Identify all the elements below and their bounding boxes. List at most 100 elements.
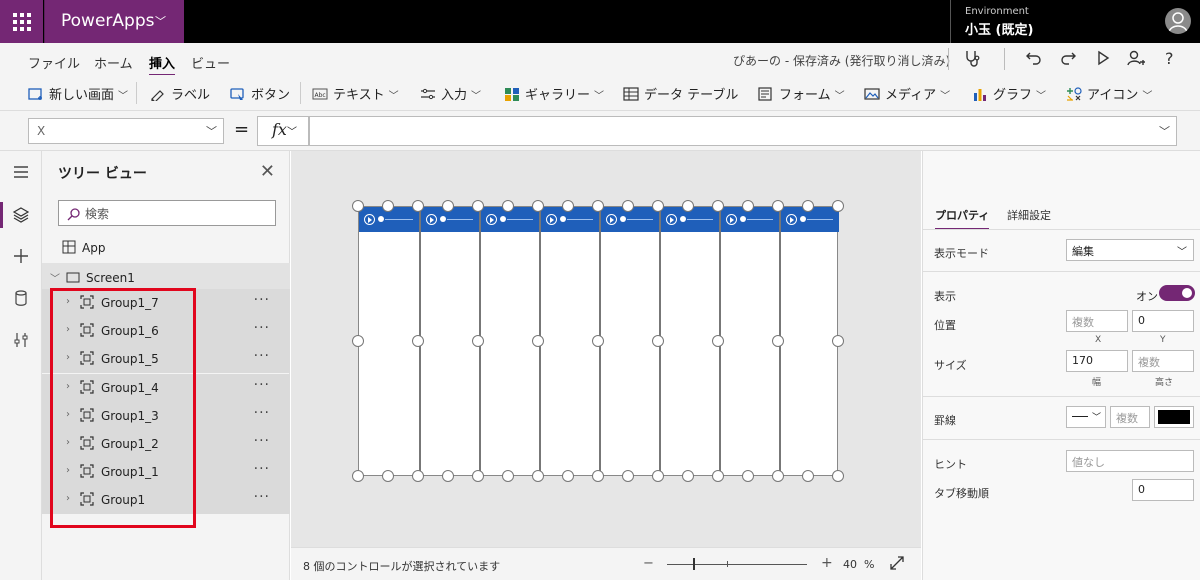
resize-handle[interactable] [382, 200, 394, 212]
tree-search-input[interactable]: 検索 [58, 200, 276, 226]
property-dropdown[interactable]: X ﹀ [28, 118, 224, 144]
resize-handle[interactable] [532, 200, 544, 212]
resize-handle[interactable] [502, 200, 514, 212]
resize-handle[interactable] [712, 200, 724, 212]
environment-picker[interactable]: Environment 小玉 (既定) [950, 0, 1160, 43]
position-y-input[interactable]: 0 [1132, 310, 1194, 332]
height-input[interactable]: 複数 [1132, 350, 1194, 372]
resize-handle[interactable] [382, 470, 394, 482]
more-options-icon[interactable]: ··· [254, 461, 270, 477]
expand-formula-icon[interactable]: ﹀ [1159, 123, 1170, 139]
resize-handle[interactable] [592, 200, 604, 212]
zoom-in-button[interactable]: + [821, 555, 833, 571]
resize-handle[interactable] [682, 200, 694, 212]
resize-handle[interactable] [352, 335, 364, 347]
gallery-item[interactable] [719, 207, 779, 477]
share-user-icon[interactable] [1126, 48, 1146, 68]
more-options-icon[interactable]: ··· [254, 433, 270, 449]
tab-advanced[interactable]: 詳細設定 [1007, 207, 1051, 223]
resize-handle[interactable] [832, 200, 844, 212]
resize-handle[interactable] [742, 470, 754, 482]
resize-handle[interactable] [472, 470, 484, 482]
resize-handle[interactable] [802, 470, 814, 482]
stethoscope-icon[interactable] [962, 48, 982, 68]
resize-handle[interactable] [442, 200, 454, 212]
more-options-icon[interactable]: ··· [254, 320, 270, 336]
resize-handle[interactable] [412, 335, 424, 347]
border-width-input[interactable]: 複数 [1110, 406, 1150, 428]
resize-handle[interactable] [802, 200, 814, 212]
resize-handle[interactable] [772, 200, 784, 212]
gallery-item[interactable] [359, 207, 419, 477]
tab-order-input[interactable]: 0 [1132, 479, 1194, 501]
close-icon[interactable]: ✕ [260, 161, 275, 182]
formula-input[interactable]: ﹀ [309, 116, 1177, 146]
fit-to-window-icon[interactable] [889, 555, 905, 571]
resize-handle[interactable] [532, 335, 544, 347]
resize-handle[interactable] [712, 470, 724, 482]
resize-handle[interactable] [832, 470, 844, 482]
more-options-icon[interactable]: ··· [254, 377, 270, 393]
redo-icon[interactable] [1058, 48, 1078, 68]
resize-handle[interactable] [532, 470, 544, 482]
icon-button[interactable]: アイコン ﹀ [1066, 84, 1152, 103]
fx-button[interactable]: fx﹀ [257, 116, 309, 146]
zoom-slider-thumb[interactable] [693, 558, 695, 570]
position-x-input[interactable]: 複数 [1066, 310, 1128, 332]
resize-handle[interactable] [652, 470, 664, 482]
resize-handle[interactable] [652, 200, 664, 212]
gallery-item[interactable] [779, 207, 839, 477]
gallery-item[interactable] [659, 207, 719, 477]
button-button[interactable]: ボタン [230, 84, 290, 103]
resize-handle[interactable] [472, 200, 484, 212]
resize-handle[interactable] [712, 335, 724, 347]
resize-handle[interactable] [472, 335, 484, 347]
resize-handle[interactable] [562, 470, 574, 482]
menu-view[interactable]: ビュー [191, 53, 230, 72]
menu-home[interactable]: ホーム [94, 53, 133, 72]
play-icon[interactable] [1093, 48, 1113, 68]
more-options-icon[interactable]: ··· [254, 489, 270, 505]
avatar[interactable] [1165, 8, 1191, 34]
zoom-slider[interactable] [667, 564, 807, 565]
resize-handle[interactable] [622, 470, 634, 482]
new-screen-button[interactable]: 新しい画面 ﹀ [28, 84, 128, 103]
data-table-button[interactable]: データ テーブル [623, 84, 738, 103]
more-options-icon[interactable]: ··· [254, 405, 270, 421]
zoom-out-button[interactable]: − [643, 556, 654, 571]
border-style-dropdown[interactable]: ﹀ [1066, 406, 1106, 428]
form-button[interactable]: フォーム ﹀ [758, 84, 845, 103]
add-icon[interactable] [12, 247, 30, 265]
hamburger-icon[interactable] [12, 163, 30, 181]
more-options-icon[interactable]: ··· [254, 292, 270, 308]
resize-handle[interactable] [772, 470, 784, 482]
layers-icon[interactable] [12, 206, 30, 224]
text-button[interactable]: Abc テキスト ﹀ [312, 84, 399, 103]
resize-handle[interactable] [562, 200, 574, 212]
resize-handle[interactable] [652, 335, 664, 347]
menu-insert[interactable]: 挿入 [149, 53, 176, 76]
app-launcher-icon[interactable] [0, 0, 43, 43]
resize-handle[interactable] [442, 470, 454, 482]
label-button[interactable]: ラベル [150, 84, 210, 103]
resize-handle[interactable] [592, 335, 604, 347]
help-icon[interactable]: ? [1160, 48, 1180, 68]
resize-handle[interactable] [352, 470, 364, 482]
resize-handle[interactable] [742, 200, 754, 212]
media-button[interactable]: メディア ﹀ [864, 84, 950, 103]
visible-toggle[interactable] [1159, 285, 1195, 301]
gallery-item[interactable] [419, 207, 479, 477]
advanced-tools-icon[interactable] [12, 331, 30, 349]
border-color-picker[interactable] [1154, 406, 1194, 428]
input-button[interactable]: 入力 ﹀ [420, 84, 481, 103]
width-input[interactable]: 170 [1066, 350, 1128, 372]
resize-handle[interactable] [832, 335, 844, 347]
resize-handle[interactable] [412, 470, 424, 482]
menu-file[interactable]: ファイル [28, 53, 80, 72]
display-mode-dropdown[interactable]: 編集 ﹀ [1066, 239, 1194, 261]
tab-properties[interactable]: プロパティ [935, 207, 990, 230]
design-canvas[interactable] [291, 151, 921, 547]
gallery-item[interactable] [539, 207, 599, 477]
hint-input[interactable]: 値なし [1066, 450, 1194, 472]
resize-handle[interactable] [502, 470, 514, 482]
